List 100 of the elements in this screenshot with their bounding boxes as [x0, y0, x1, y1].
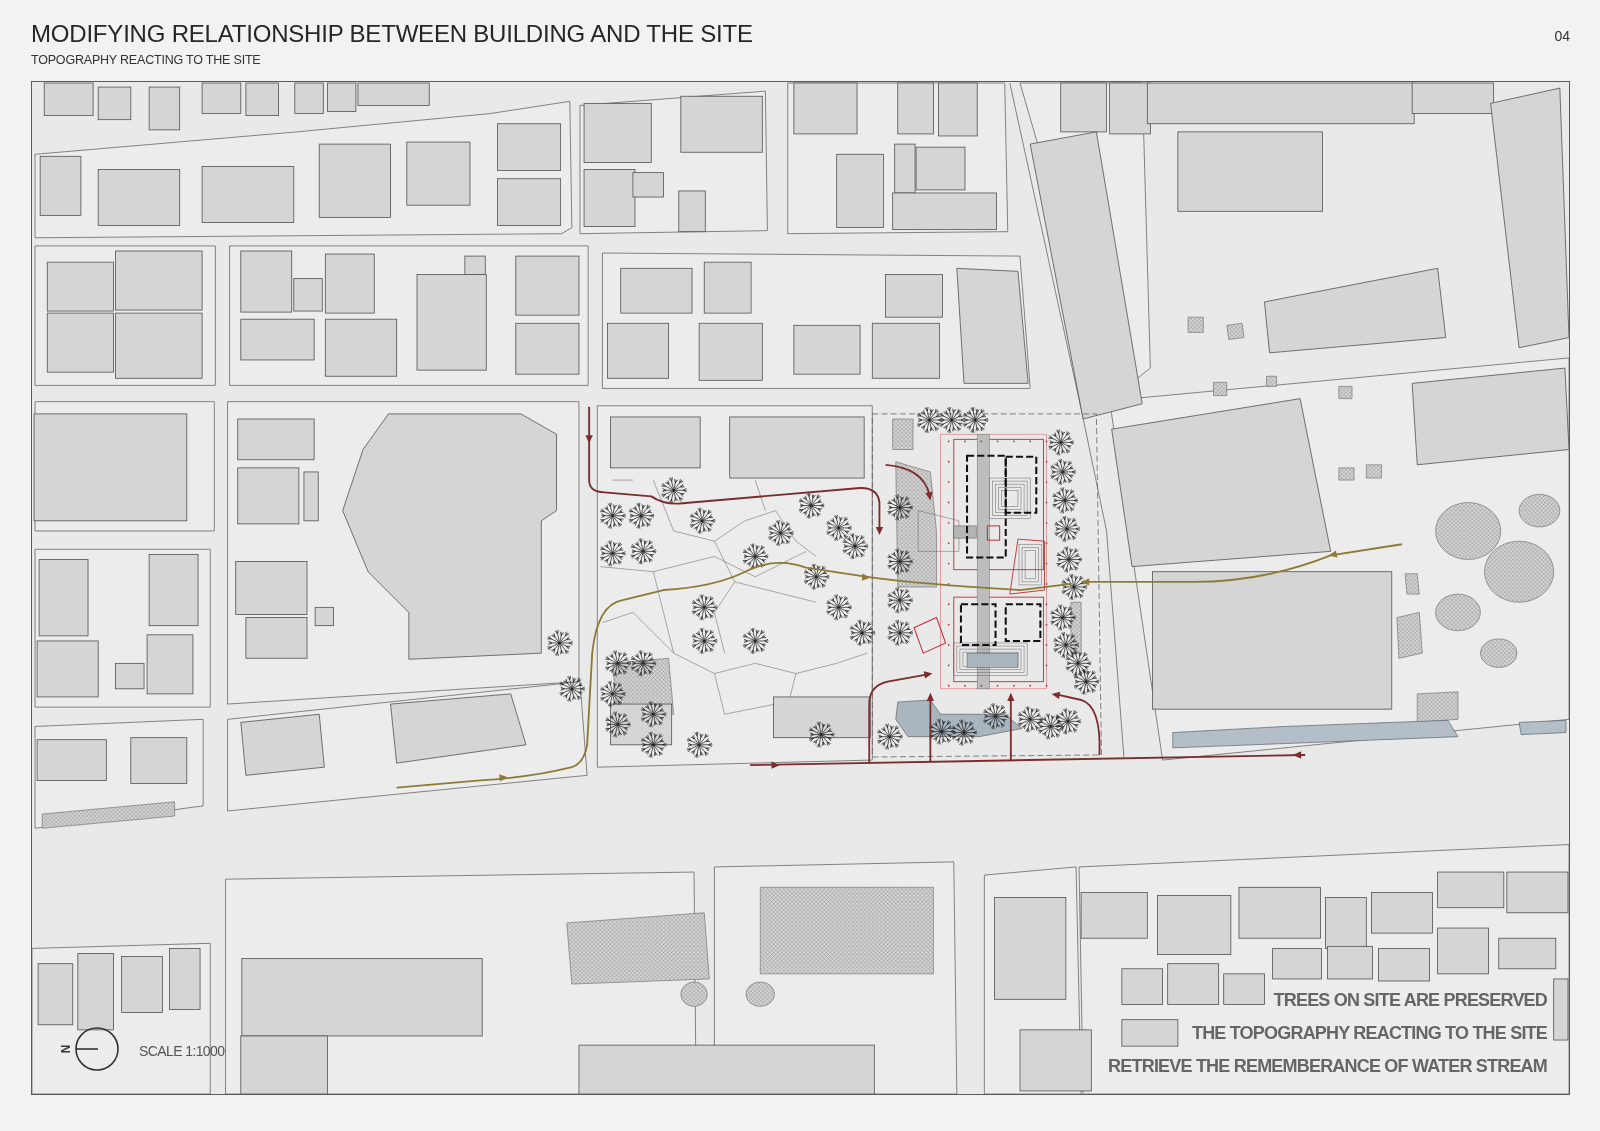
tree-icon [599, 502, 627, 529]
building-footprint [1121, 1019, 1179, 1047]
tree-icon [887, 494, 914, 521]
building-footprint [46, 261, 114, 312]
page-title: MODIFYING RELATIONSHIP BETWEEN BUILDING AND THE SITE [31, 20, 753, 48]
building-footprint [515, 322, 580, 375]
hatched-area [1484, 540, 1555, 603]
hatched-area [1518, 494, 1561, 528]
tree-icon [1052, 487, 1079, 514]
tree-icon [1056, 546, 1083, 573]
plan-note: THE TOPOGRAPHY REACTING TO THE SITE [1191, 1022, 1547, 1044]
tree-icon [798, 492, 825, 519]
building-footprint [1378, 948, 1430, 982]
building-footprint [36, 640, 99, 698]
building-footprint [406, 141, 471, 206]
building-footprint [169, 948, 201, 1010]
building-footprint [698, 322, 763, 381]
tree-icon [691, 594, 718, 621]
building-footprint [1498, 937, 1557, 970]
tree-icon [962, 406, 989, 434]
building-footprint [148, 86, 181, 131]
hatched-area [1187, 316, 1204, 333]
building-footprint [871, 322, 940, 379]
building-footprint [46, 312, 114, 373]
tree-icon [803, 563, 830, 591]
hatched-area [892, 418, 914, 450]
tree-icon [1065, 650, 1092, 677]
building-footprint [1080, 892, 1148, 939]
hatched-area [745, 981, 775, 1007]
building-footprint [303, 471, 319, 522]
tree-icon [939, 406, 966, 434]
building-footprint [678, 190, 706, 233]
hatched-area [1226, 323, 1245, 340]
building-footprint [607, 322, 669, 379]
building-footprint [703, 261, 752, 314]
tree-icon [640, 731, 667, 759]
tree-icon [1054, 515, 1081, 543]
building-footprint [1371, 892, 1433, 934]
pavilion-outline [913, 616, 947, 654]
hatched-area [1266, 375, 1277, 387]
page-number: 04 [1554, 28, 1570, 44]
tree-icon [630, 538, 657, 565]
tree-icon [1037, 713, 1065, 740]
tree-icon [826, 514, 853, 542]
tree-icon [559, 675, 586, 703]
tree-icon [842, 533, 869, 560]
tree-icon [599, 680, 627, 708]
tree-icon [546, 629, 574, 657]
tree-icon [1061, 573, 1088, 601]
building-footprint [1223, 973, 1265, 1005]
building-footprint [130, 737, 188, 784]
building-footprint [793, 324, 861, 375]
tree-icon [605, 711, 632, 738]
tree-icon [849, 619, 876, 647]
tree-icon [887, 586, 914, 614]
building-footprint [583, 102, 652, 163]
tree-icon [916, 406, 943, 434]
north-label: N [60, 1044, 73, 1054]
hatched-area [1435, 593, 1481, 632]
hatched-area [1396, 612, 1423, 659]
building-footprint [39, 155, 82, 216]
tree-icon [982, 703, 1010, 730]
hatched-area [1366, 464, 1382, 479]
building-footprint [1272, 948, 1322, 980]
tree-icon [876, 723, 904, 750]
plan-note: TREES ON SITE ARE PRESERVED [1273, 989, 1547, 1011]
hatched-area [1480, 638, 1518, 668]
tree-icon [808, 721, 835, 748]
building-footprint [37, 963, 74, 1026]
tree-icon [1048, 429, 1075, 456]
tree-icon [630, 650, 657, 677]
hatched-area [1213, 382, 1228, 396]
tree-icon [767, 519, 795, 547]
tree-icon [1055, 708, 1082, 735]
tree-icon [887, 548, 914, 575]
tree-icon [686, 731, 713, 759]
page-subtitle: TOPOGRAPHY REACTING TO THE SITE [31, 52, 262, 68]
building-footprint [97, 86, 132, 121]
tree-icon [1017, 706, 1044, 733]
building-footprint [885, 274, 943, 318]
hatched-area [1338, 467, 1355, 481]
tree-icon [605, 650, 632, 677]
tree-icon [640, 701, 667, 728]
building-footprint [1121, 968, 1163, 1005]
tree-icon [826, 594, 853, 621]
tree-icon [628, 502, 655, 529]
hatched-area [1338, 386, 1353, 399]
tree-icon [928, 718, 956, 745]
building-footprint [1437, 927, 1489, 975]
building-footprint [121, 956, 163, 1013]
tree-icon [599, 540, 627, 567]
hatched-area [1070, 601, 1082, 654]
building-footprint [497, 178, 562, 226]
tree-icon [689, 507, 716, 535]
building-footprint [515, 255, 580, 316]
tree-icon [951, 719, 978, 746]
tree-icon [1050, 458, 1077, 486]
hatched-area [1435, 502, 1502, 560]
tree-icon [661, 477, 688, 504]
building-footprint [314, 606, 334, 627]
